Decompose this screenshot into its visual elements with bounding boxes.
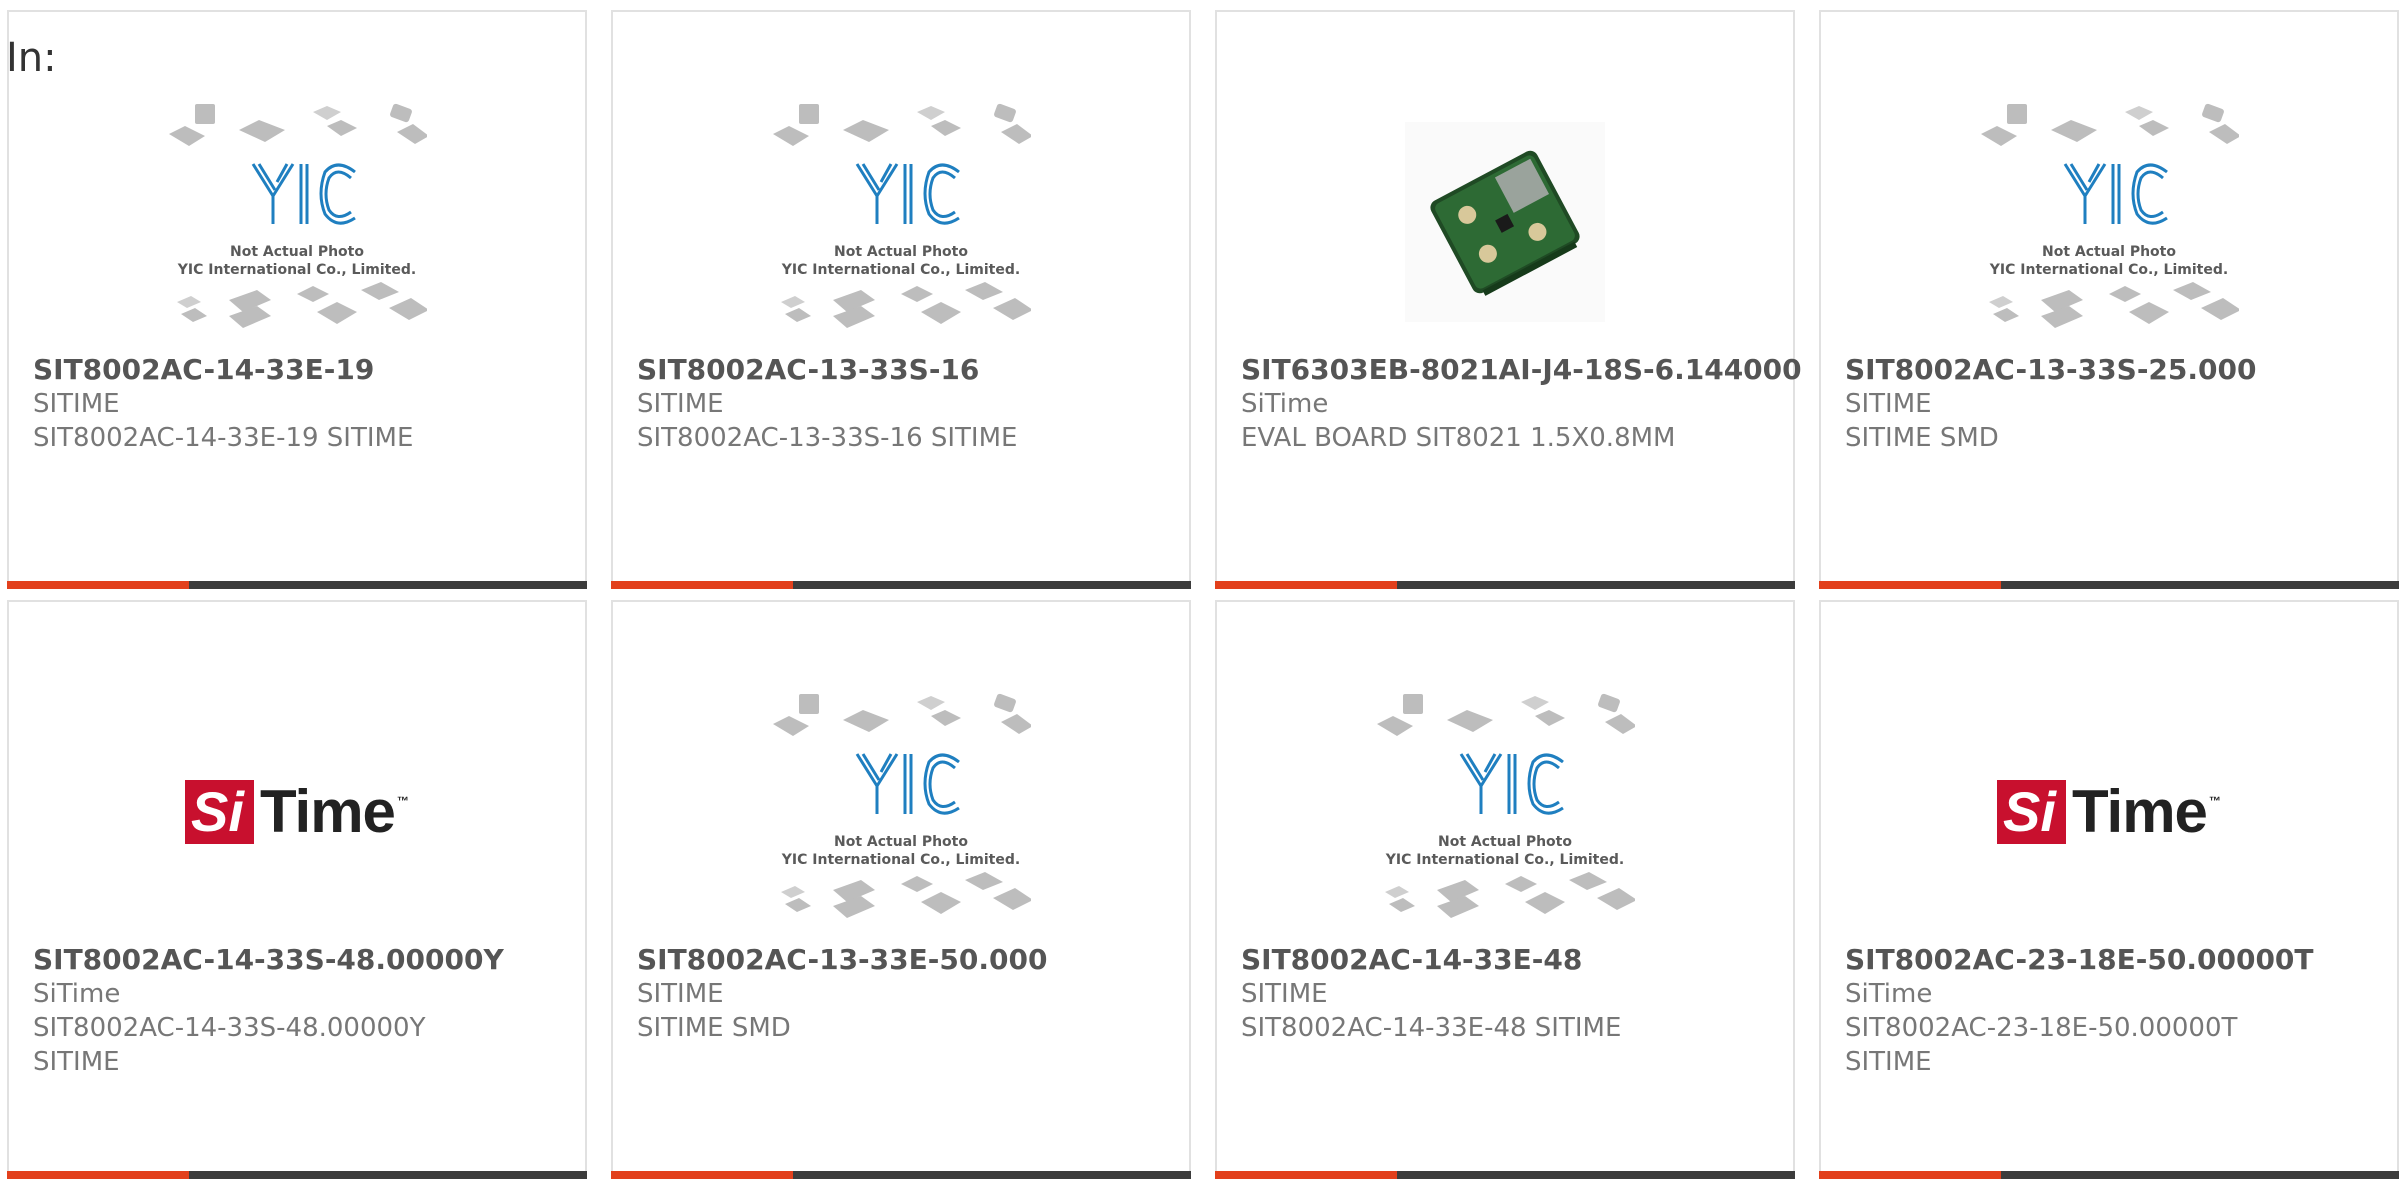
- placeholder-caption-line2: YIC International Co., Limited.: [781, 852, 1020, 868]
- product-info: SIT8002AC-14-33S-48.00000Y SiTime SIT800…: [33, 943, 569, 1079]
- manufacturer: SiTime: [33, 979, 121, 1009]
- product-grid: Not Actual Photo YIC International Co., …: [7, 10, 2399, 1179]
- sitime-logo-tm: ™: [396, 794, 409, 808]
- placeholder-caption-line2: YIC International Co., Limited.: [1989, 262, 2228, 278]
- placeholder-image: Not Actual Photo YIC International Co., …: [773, 103, 1031, 328]
- sitime-logo: Si Time ™: [1997, 780, 2221, 844]
- product-image[interactable]: Not Actual Photo YIC International Co., …: [613, 92, 1189, 352]
- placeholder-caption-line2: YIC International Co., Limited.: [1385, 852, 1624, 868]
- yic-logo: [1459, 753, 1564, 815]
- product-image[interactable]: Si Time ™: [9, 682, 585, 942]
- part-number-link[interactable]: SIT8002AC-23-18E-50.00000T: [1845, 943, 2381, 977]
- product-info: SIT8002AC-13-33S-25.000 SITIME SITIME SM…: [1845, 353, 2381, 455]
- description: SITIME SMD: [637, 1013, 791, 1043]
- card-bottom-bar: [7, 581, 587, 589]
- yic-logo: [251, 163, 356, 225]
- manufacturer: SITIME: [637, 389, 724, 419]
- package-icons-top: [773, 103, 1031, 146]
- package-icons-top: [169, 103, 427, 146]
- part-number-link[interactable]: SIT8002AC-14-33E-19: [33, 353, 569, 387]
- manufacturer: SiTime: [1241, 389, 1329, 419]
- manufacturer: SiTime: [1845, 979, 1933, 1009]
- placeholder-caption-line1: Not Actual Photo: [2042, 244, 2176, 260]
- card-bottom-bar: [1215, 581, 1795, 589]
- yic-logo: [855, 753, 960, 815]
- description: SIT8002AC-23-18E-50.00000T SITIME: [1845, 1013, 2238, 1077]
- manufacturer: SITIME: [1845, 389, 1932, 419]
- description: EVAL BOARD SIT8021 1.5X0.8MM: [1241, 423, 1676, 453]
- product-info: SIT8002AC-23-18E-50.00000T SiTime SIT800…: [1845, 943, 2381, 1079]
- yic-logo: [2063, 163, 2168, 225]
- part-number-link[interactable]: SIT6303EB-8021AI-J4-18S-6.144000: [1241, 353, 1802, 387]
- card-bottom-bar: [1215, 1171, 1795, 1179]
- card-bottom-bar: [1819, 1171, 2399, 1179]
- product-card[interactable]: SIT6303EB-8021AI-J4-18S-6.144000 SiTime …: [1215, 10, 1802, 589]
- product-card[interactable]: Not Actual Photo YIC International Co., …: [611, 600, 1191, 1179]
- manufacturer: SITIME: [637, 979, 724, 1009]
- part-number-link[interactable]: SIT8002AC-13-33E-50.000: [637, 943, 1173, 977]
- product-card[interactable]: Not Actual Photo YIC International Co., …: [1215, 600, 1795, 1179]
- product-card[interactable]: Not Actual Photo YIC International Co., …: [611, 10, 1191, 589]
- product-info: SIT8002AC-14-33E-19 SITIME SIT8002AC-14-…: [33, 353, 569, 455]
- sitime-logo-si: Si: [1997, 780, 2066, 844]
- placeholder-caption-line1: Not Actual Photo: [230, 244, 364, 260]
- package-icons-bottom: [1385, 872, 1635, 918]
- description: SITIME SMD: [1845, 423, 1999, 453]
- product-info: SIT6303EB-8021AI-J4-18S-6.144000 SiTime …: [1241, 353, 1802, 455]
- yic-logo: [855, 163, 960, 225]
- description: SIT8002AC-13-33S-16 SITIME: [637, 423, 1018, 453]
- product-card[interactable]: Si Time ™ SIT8002AC-14-33S-48.00000Y SiT…: [7, 600, 587, 1179]
- product-card[interactable]: Si Time ™ SIT8002AC-23-18E-50.00000T SiT…: [1819, 600, 2399, 1179]
- product-info: SIT8002AC-13-33S-16 SITIME SIT8002AC-13-…: [637, 353, 1173, 455]
- in-label: In:: [6, 35, 57, 81]
- package-icons-top: [773, 693, 1031, 736]
- sitime-logo-time: Time: [2071, 778, 2208, 845]
- placeholder-caption-line2: YIC International Co., Limited.: [781, 262, 1020, 278]
- placeholder-caption-line1: Not Actual Photo: [834, 244, 968, 260]
- eval-board-image: [1405, 122, 1605, 322]
- part-number-link[interactable]: SIT8002AC-14-33S-48.00000Y: [33, 943, 569, 977]
- card-bottom-bar: [1819, 581, 2399, 589]
- description: SIT8002AC-14-33S-48.00000Y SITIME: [33, 1013, 426, 1077]
- product-image[interactable]: Not Actual Photo YIC International Co., …: [613, 682, 1189, 942]
- placeholder-caption-line1: Not Actual Photo: [834, 834, 968, 850]
- package-icons-bottom: [1989, 282, 2239, 328]
- card-bottom-bar: [7, 1171, 587, 1179]
- placeholder-image: Not Actual Photo YIC International Co., …: [1377, 693, 1635, 918]
- sitime-logo-time: Time: [259, 778, 396, 845]
- product-card[interactable]: Not Actual Photo YIC International Co., …: [7, 10, 587, 589]
- product-info: SIT8002AC-14-33E-48 SITIME SIT8002AC-14-…: [1241, 943, 1777, 1045]
- sitime-logo: Si Time ™: [185, 780, 409, 844]
- placeholder-image: Not Actual Photo YIC International Co., …: [169, 103, 427, 328]
- product-info: SIT8002AC-13-33E-50.000 SITIME SITIME SM…: [637, 943, 1173, 1045]
- part-number-link[interactable]: SIT8002AC-14-33E-48: [1241, 943, 1777, 977]
- product-image[interactable]: Si Time ™: [1821, 682, 2397, 942]
- card-bottom-bar: [611, 581, 1191, 589]
- package-icons-bottom: [781, 282, 1031, 328]
- sitime-logo-tm: ™: [2208, 794, 2221, 808]
- product-image[interactable]: Not Actual Photo YIC International Co., …: [1821, 92, 2397, 352]
- product-image[interactable]: [1217, 92, 1793, 352]
- placeholder-image: Not Actual Photo YIC International Co., …: [1981, 103, 2239, 328]
- product-card[interactable]: Not Actual Photo YIC International Co., …: [1819, 10, 2399, 589]
- description: SIT8002AC-14-33E-48 SITIME: [1241, 1013, 1622, 1043]
- product-image[interactable]: Not Actual Photo YIC International Co., …: [9, 92, 585, 352]
- package-icons-top: [1981, 103, 2239, 146]
- placeholder-image: Not Actual Photo YIC International Co., …: [773, 693, 1031, 918]
- part-number-link[interactable]: SIT8002AC-13-33S-16: [637, 353, 1173, 387]
- placeholder-caption-line2: YIC International Co., Limited.: [177, 262, 416, 278]
- package-icons-bottom: [781, 872, 1031, 918]
- package-icons-top: [1377, 693, 1635, 736]
- product-image[interactable]: Not Actual Photo YIC International Co., …: [1217, 682, 1793, 942]
- sitime-logo-si: Si: [185, 780, 254, 844]
- card-bottom-bar: [611, 1171, 1191, 1179]
- placeholder-caption-line1: Not Actual Photo: [1438, 834, 1572, 850]
- package-icons-bottom: [177, 282, 427, 328]
- manufacturer: SITIME: [1241, 979, 1328, 1009]
- description: SIT8002AC-14-33E-19 SITIME: [33, 423, 414, 453]
- part-number-link[interactable]: SIT8002AC-13-33S-25.000: [1845, 353, 2381, 387]
- manufacturer: SITIME: [33, 389, 120, 419]
